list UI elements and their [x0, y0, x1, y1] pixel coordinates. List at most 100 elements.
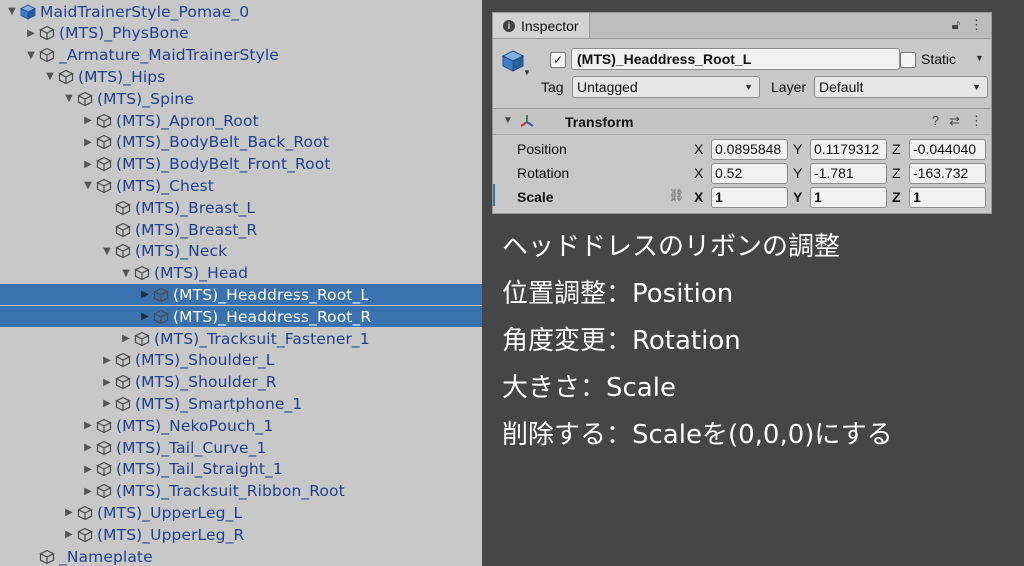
hierarchy-row[interactable]: ▼ (MTS)_Chest — [0, 175, 482, 196]
rotation-z-field[interactable]: -163.732 — [909, 163, 986, 184]
active-checkbox[interactable]: ✓ — [550, 52, 566, 68]
scale-y-field[interactable]: 1 — [810, 187, 887, 208]
help-icon[interactable]: ? — [932, 113, 939, 129]
collapsed-arrow-icon[interactable]: ▶ — [120, 328, 132, 349]
rotation-y-field[interactable]: -1.781 — [810, 163, 887, 184]
transform-component-header[interactable]: ▼ Transform ? ⇄ ⋮ — [493, 108, 991, 135]
hierarchy-row[interactable]: ▼ (MTS)_Spine — [0, 88, 482, 109]
collapsed-arrow-icon[interactable]: ▶ — [101, 350, 113, 371]
hierarchy-row[interactable]: ▶ (MTS)_UpperLeg_R — [0, 524, 482, 545]
collapsed-arrow-icon[interactable]: ▶ — [139, 306, 151, 327]
scale-y-label[interactable]: Y — [793, 189, 802, 205]
hierarchy-item-label: (MTS)_Spine — [97, 89, 194, 108]
expanded-arrow-icon[interactable]: ▼ — [82, 175, 94, 196]
collapsed-arrow-icon[interactable]: ▶ — [63, 524, 75, 545]
hierarchy-row[interactable]: ▼ _Armature_MaidTrainerStyle — [0, 45, 482, 66]
collapsed-arrow-icon[interactable]: ▶ — [82, 415, 94, 436]
hierarchy-row[interactable]: ▶ (MTS)_Apron_Root — [0, 110, 482, 131]
hierarchy-row[interactable]: ▼ MaidTrainerStyle_Pomae_0 — [0, 1, 482, 22]
hierarchy-row[interactable]: ▶ (MTS)_Smartphone_1 — [0, 393, 482, 414]
gameobject-cube-icon — [96, 483, 112, 499]
arrow-placeholder — [25, 546, 37, 566]
tag-dropdown[interactable]: Untagged ▼ — [572, 76, 760, 98]
position-y-label[interactable]: Y — [793, 141, 802, 157]
icon-dropdown-arrow[interactable]: ▼ — [523, 68, 531, 77]
hierarchy-row[interactable]: ▶ (MTS)_NekoPouch_1 — [0, 415, 482, 436]
scale-z-label[interactable]: Z — [892, 189, 901, 205]
kebab-menu-icon[interactable]: ⋮ — [970, 113, 983, 129]
hierarchy-row[interactable]: ▶ (MTS)_PhysBone — [0, 23, 482, 44]
position-z-label[interactable]: Z — [892, 141, 901, 157]
scale-x-label[interactable]: X — [694, 189, 703, 205]
collapsed-arrow-icon[interactable]: ▶ — [82, 481, 94, 502]
hierarchy-row[interactable]: ▶ (MTS)_Headdress_Root_L — [0, 284, 482, 306]
expanded-arrow-icon[interactable]: ▼ — [120, 263, 132, 284]
hierarchy-row[interactable]: ▶ (MTS)_Tracksuit_Ribbon_Root — [0, 481, 482, 502]
collapsed-arrow-icon[interactable]: ▶ — [101, 393, 113, 414]
kebab-menu-icon[interactable]: ⋮ — [970, 17, 983, 33]
hierarchy-row[interactable]: ▼ (MTS)_Hips — [0, 66, 482, 87]
hierarchy-row[interactable]: (MTS)_Breast_L — [0, 197, 482, 218]
scale-x-field[interactable]: 1 — [711, 187, 788, 208]
position-z-field[interactable]: -0.044040 — [909, 139, 986, 160]
hierarchy-row[interactable]: ▶ (MTS)_BodyBelt_Front_Root — [0, 154, 482, 175]
collapsed-arrow-icon[interactable]: ▶ — [82, 459, 94, 480]
hierarchy-row[interactable]: ▶ (MTS)_Tail_Curve_1 — [0, 437, 482, 458]
expanded-arrow-icon[interactable]: ▼ — [63, 88, 75, 109]
layer-dropdown[interactable]: Default ▼ — [814, 76, 988, 98]
position-x-field[interactable]: 0.0895848 — [711, 139, 788, 160]
preset-icon[interactable]: ⇄ — [949, 113, 960, 129]
expanded-arrow-icon[interactable]: ▼ — [101, 241, 113, 262]
hierarchy-row[interactable]: ▶ (MTS)_Tracksuit_Fastener_1 — [0, 328, 482, 349]
hierarchy-row[interactable]: ▼ (MTS)_Neck — [0, 241, 482, 262]
hierarchy-row[interactable]: ▶ (MTS)_Shoulder_R — [0, 372, 482, 393]
rotation-z-label[interactable]: Z — [892, 165, 901, 181]
static-checkbox[interactable] — [900, 52, 916, 68]
hierarchy-row[interactable]: ▶ (MTS)_Headdress_Root_R — [0, 306, 482, 328]
position-x-label[interactable]: X — [694, 141, 703, 157]
hierarchy-row[interactable]: ▼ (MTS)_Head — [0, 263, 482, 284]
collapsed-arrow-icon[interactable]: ▶ — [25, 23, 37, 44]
scale-z-field[interactable]: 1 — [909, 187, 986, 208]
collapsed-arrow-icon[interactable]: ▶ — [139, 284, 151, 305]
gameobject-cube-icon — [77, 91, 93, 106]
collapsed-arrow-icon[interactable]: ▶ — [82, 154, 94, 175]
rotation-x-label[interactable]: X — [694, 165, 703, 181]
rotation-x-field[interactable]: 0.52 — [711, 163, 788, 184]
constrain-proportions-icon[interactable]: ⛓ — [669, 188, 684, 202]
collapsed-arrow-icon[interactable]: ▶ — [82, 437, 94, 458]
expanded-arrow-icon[interactable]: ▼ — [25, 45, 37, 66]
hierarchy-item-label: (MTS)_Head — [154, 264, 249, 283]
hierarchy-item-label: (MTS)_Tail_Straight_1 — [116, 460, 283, 479]
rotation-y-label[interactable]: Y — [793, 165, 802, 181]
position-y-field[interactable]: 0.1179312 — [810, 139, 887, 160]
object-name-field[interactable]: (MTS)_Headdress_Root_L — [571, 48, 900, 70]
static-dropdown-arrow[interactable]: ▼ — [975, 53, 984, 63]
lock-icon[interactable]: 🔓︎ — [952, 17, 960, 33]
expanded-arrow-icon[interactable]: ▼ — [44, 66, 56, 87]
collapsed-arrow-icon[interactable]: ▶ — [101, 372, 113, 393]
hierarchy-row[interactable]: ▶ (MTS)_Shoulder_L — [0, 350, 482, 371]
note-title: ヘッドドレスのリボンの調整 — [502, 232, 841, 262]
hierarchy-item-label: (MTS)_Shoulder_R — [135, 373, 277, 392]
inspector-tab[interactable]: i Inspector — [493, 13, 590, 38]
collapsed-arrow-icon[interactable]: ▶ — [63, 502, 75, 523]
tag-value: Untagged — [577, 79, 638, 95]
tag-label: Tag — [541, 79, 564, 95]
hierarchy-row[interactable]: ▶ (MTS)_BodyBelt_Back_Root — [0, 132, 482, 153]
hierarchy-row[interactable]: ▶ (MTS)_UpperLeg_L — [0, 502, 482, 523]
layer-value: Default — [819, 79, 864, 95]
hierarchy-item-label: _Armature_MaidTrainerStyle — [59, 46, 279, 65]
rotation-label: Rotation — [517, 165, 570, 181]
fold-arrow-icon[interactable]: ▼ — [503, 115, 513, 126]
collapsed-arrow-icon[interactable]: ▶ — [82, 110, 94, 131]
gameobject-cube-icon — [96, 418, 112, 433]
expanded-arrow-icon[interactable]: ▼ — [6, 1, 18, 22]
collapsed-arrow-icon[interactable]: ▶ — [82, 132, 94, 153]
scale-focus-marker — [493, 184, 495, 206]
hierarchy-row[interactable]: (MTS)_Breast_R — [0, 219, 482, 240]
hierarchy-item-label: (MTS)_Chest — [116, 176, 214, 195]
note-scale: 大きさ：Scale — [502, 373, 676, 403]
hierarchy-row[interactable]: ▶ (MTS)_Tail_Straight_1 — [0, 459, 482, 480]
hierarchy-row[interactable]: _Nameplate — [0, 546, 482, 566]
